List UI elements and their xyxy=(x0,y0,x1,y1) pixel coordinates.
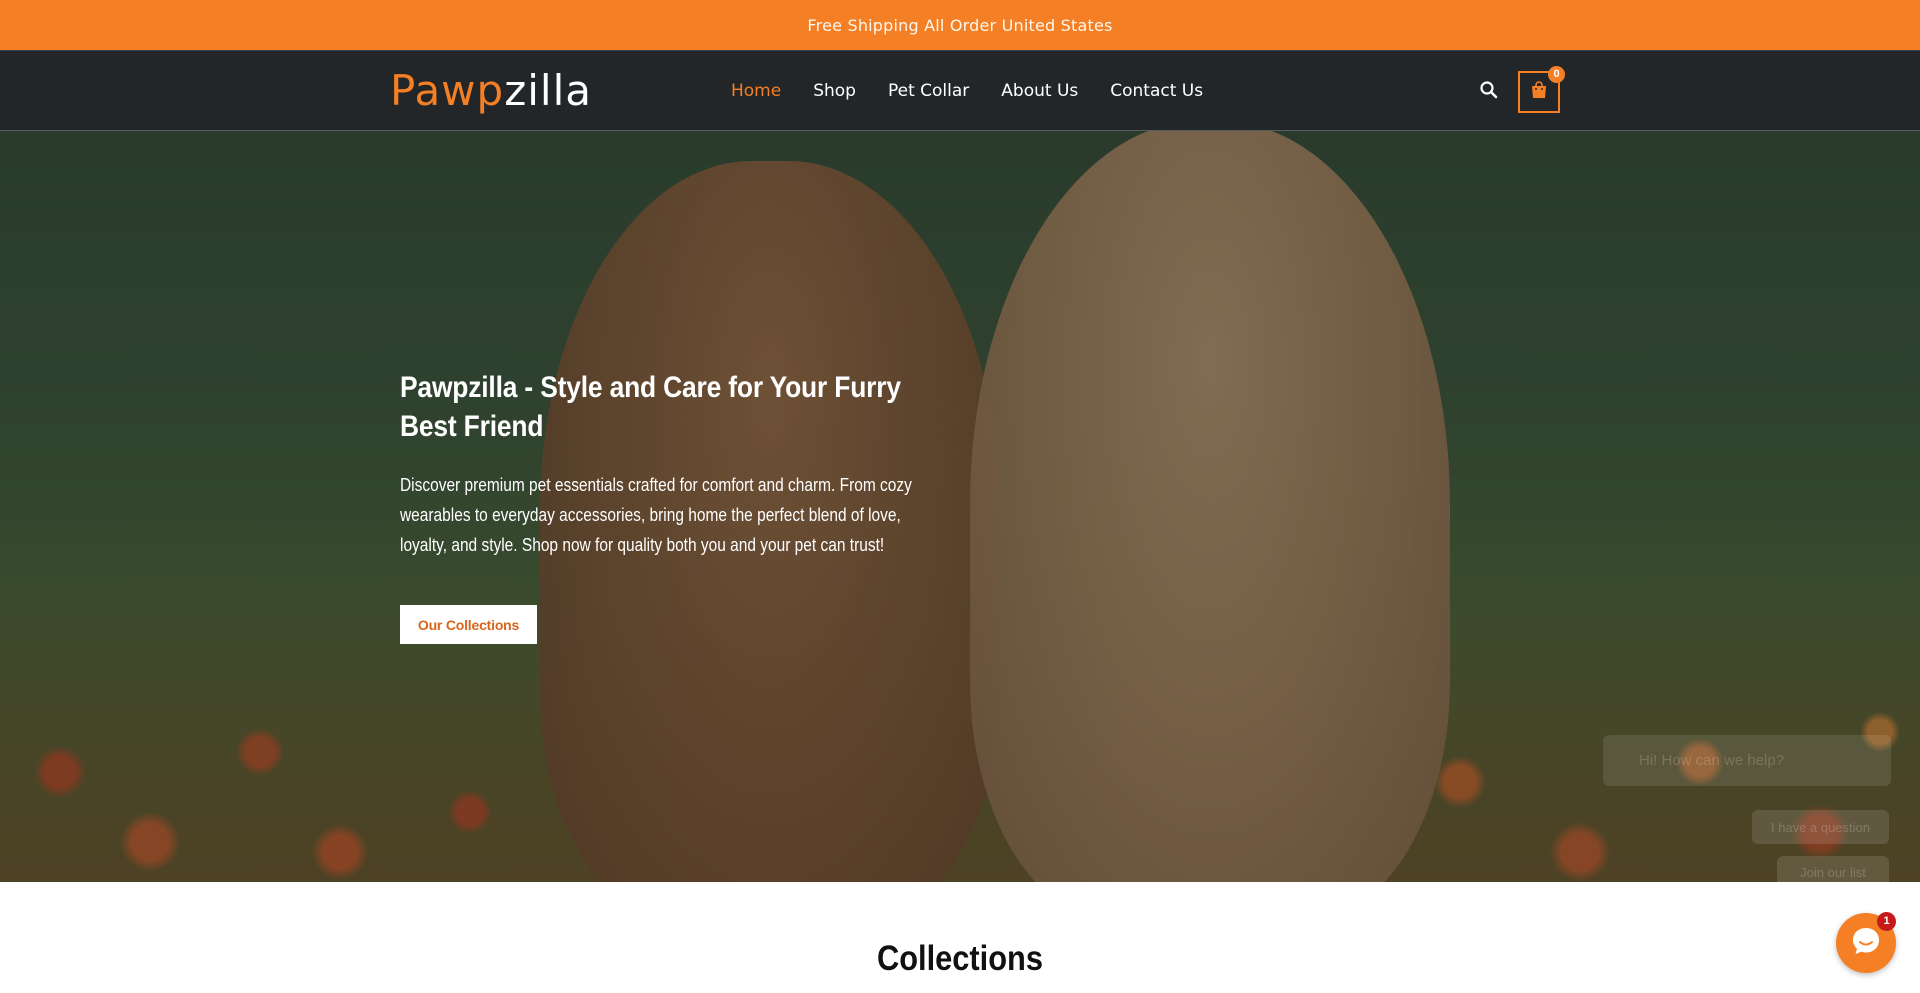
chat-greeting-bubble: Hi! How can we help? xyxy=(1603,735,1891,786)
chat-option-question-button[interactable]: I have a question xyxy=(1752,810,1889,844)
main-nav: Home Shop Pet Collar About Us Contact Us xyxy=(731,79,1235,103)
site-header: Pawp zilla Home Shop Pet Collar About Us … xyxy=(0,50,1920,131)
hero-banner: Pawpzilla - Style and Care for Your Furr… xyxy=(0,131,1920,882)
logo[interactable]: Pawp zilla xyxy=(390,67,592,115)
hero-content: Pawpzilla - Style and Care for Your Furr… xyxy=(400,368,960,560)
announcement-bar: Free Shipping All Order United States xyxy=(0,0,1920,50)
cart-count-badge: 0 xyxy=(1548,66,1565,83)
nav-item-home[interactable]: Home xyxy=(731,79,781,103)
nav-item-pet-collar[interactable]: Pet Collar xyxy=(888,79,969,103)
chat-option-join-button[interactable]: Join our list xyxy=(1777,856,1889,882)
nav-item-about-us[interactable]: About Us xyxy=(1001,79,1078,103)
chat-icon xyxy=(1849,924,1883,963)
announcement-text: Free Shipping All Order United States xyxy=(807,15,1113,35)
logo-text-main: zilla xyxy=(504,66,592,115)
shopping-bag-icon xyxy=(1529,80,1549,105)
search-icon[interactable] xyxy=(1478,79,1500,101)
nav-item-contact-us[interactable]: Contact Us xyxy=(1110,79,1203,103)
logo-text-accent: Pawp xyxy=(390,66,505,115)
cart-button[interactable]: 0 xyxy=(1518,66,1565,113)
hero-title: Pawpzilla - Style and Care for Your Furr… xyxy=(400,371,901,443)
hero-description: Discover premium pet essentials crafted … xyxy=(400,475,912,555)
collections-heading: Collections xyxy=(876,939,1043,978)
nav-item-shop[interactable]: Shop xyxy=(813,79,856,103)
our-collections-button[interactable]: Our Collections xyxy=(400,605,537,644)
chat-notification-badge: 1 xyxy=(1877,912,1896,931)
